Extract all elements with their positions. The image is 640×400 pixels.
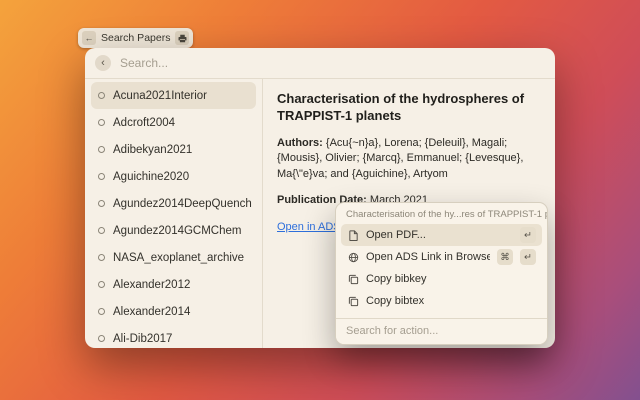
copy-icon [347,273,359,285]
list-item-label: Alexander2012 [113,279,190,291]
bullet-circle-icon [98,200,105,207]
paper-authors: Authors: {Acu{~n}a}, Lorena; {Deleuil}, … [277,136,541,182]
printer-icon [175,31,189,45]
list-item[interactable]: Alexander2014 [91,298,256,325]
list-item[interactable]: Acuna2021Interior [91,82,256,109]
action-item-copy-bibtex[interactable]: Copy bibtex [341,290,542,312]
search-input[interactable]: Search... [120,56,168,70]
action-item-label: Open PDF... [366,229,513,241]
action-menu: Characterisation of the hy...res of TRAP… [335,202,548,345]
list-item-label: Adibekyan2021 [113,144,192,156]
paper-list: Acuna2021Interior Adcroft2004 Adibekyan2… [85,79,263,348]
action-item-copy-bibkey[interactable]: Copy bibkey [341,268,542,290]
authors-label: Authors: [277,137,326,149]
action-menu-header: Characterisation of the hy...res of TRAP… [336,203,547,224]
copy-icon [347,295,359,307]
list-item-label: Acuna2021Interior [113,90,207,102]
globe-icon [347,251,359,263]
bullet-circle-icon [98,146,105,153]
action-item-label: Open ADS Link in Browser [366,251,490,263]
desktop-background: ← Search Papers ‹ Search... Acuna2021Int… [0,0,640,400]
action-menu-list: Open PDF... ↵ Open ADS Link in Browser ⌘… [336,224,547,318]
return-keycap: ↵ [520,249,536,265]
list-item[interactable]: Aguichine2020 [91,163,256,190]
bullet-circle-icon [98,227,105,234]
bullet-circle-icon [98,119,105,126]
open-in-ads-link[interactable]: Open in ADS [277,221,341,233]
back-button[interactable]: ‹ [95,55,111,71]
return-keycap: ↵ [520,227,536,243]
bullet-circle-icon [98,335,105,342]
list-item-label: Ali-Dib2017 [113,333,172,345]
window-header: ‹ Search... [85,48,555,79]
action-item-label: Copy bibtex [366,295,536,307]
action-item-open-pdf[interactable]: Open PDF... ↵ [341,224,542,246]
list-item[interactable]: Agundez2014DeepQuench [91,190,256,217]
list-item[interactable]: Adcroft2004 [91,109,256,136]
breadcrumb[interactable]: ← Search Papers [78,28,193,48]
bullet-circle-icon [98,308,105,315]
list-item-label: Agundez2014DeepQuench [113,198,252,210]
bullet-circle-icon [98,173,105,180]
command-keycap: ⌘ [497,249,513,265]
list-item[interactable]: Agundez2014GCMChem [91,217,256,244]
list-item-label: Aguichine2020 [113,171,189,183]
list-item-label: NASA_exoplanet_archive [113,252,244,264]
list-item[interactable]: Alexander2012 [91,271,256,298]
list-item-label: Alexander2014 [113,306,190,318]
list-item-label: Adcroft2004 [113,117,175,129]
document-icon [347,229,359,241]
paper-title: Characterisation of the hydrospheres of … [277,91,541,125]
list-item[interactable]: Ali-Dib2017 [91,325,256,348]
bullet-circle-icon [98,281,105,288]
bullet-circle-icon [98,92,105,99]
breadcrumb-title: Search Papers [101,32,170,44]
action-item-open-ads-link[interactable]: Open ADS Link in Browser ⌘ ↵ [341,246,542,268]
list-item-label: Agundez2014GCMChem [113,225,242,237]
action-item-label: Copy bibkey [366,273,536,285]
action-search-input[interactable]: Search for action... [336,318,547,344]
list-item[interactable]: Adibekyan2021 [91,136,256,163]
back-arrow-icon[interactable]: ← [82,31,96,45]
bullet-circle-icon [98,254,105,261]
list-item[interactable]: NASA_exoplanet_archive [91,244,256,271]
